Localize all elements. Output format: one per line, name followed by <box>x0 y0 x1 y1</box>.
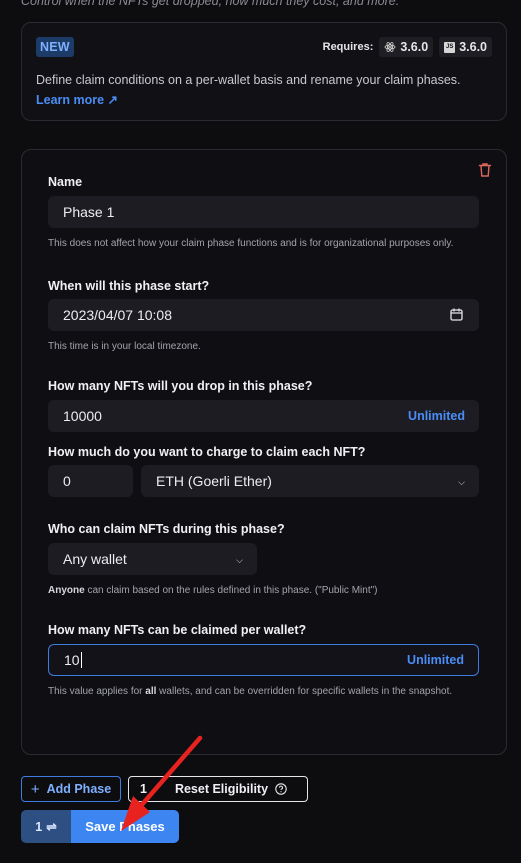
js-version: 3.6.0 <box>459 40 487 54</box>
save-phases-group: 1 ⇌ Save Phases <box>21 810 179 843</box>
calendar-icon[interactable] <box>450 308 463 321</box>
name-label: Name <box>48 175 83 189</box>
per-wallet-help: This value applies for all wallets, and … <box>48 684 479 700</box>
who-can-claim-value: Any wallet <box>63 551 127 567</box>
reset-count: 1 <box>140 782 147 796</box>
save-phases-button[interactable]: Save Phases <box>71 810 179 843</box>
add-phase-label: Add Phase <box>46 782 112 796</box>
per-wallet-input[interactable]: 10 Unlimited <box>48 644 479 676</box>
phase-name-input[interactable]: Phase 1 <box>48 196 479 228</box>
requires-label: Requires: <box>322 41 374 53</box>
js-version-chip: JS 3.6.0 <box>439 37 492 57</box>
per-wallet-help-end: wallets, and can be overridden for speci… <box>156 686 453 697</box>
price-input[interactable]: 0 <box>48 465 133 497</box>
new-feature-notice: NEW Requires: 3.6.0 JS 3.6.0 Define clai… <box>21 22 507 121</box>
price-value: 0 <box>63 473 71 489</box>
start-time-label: When will this phase start? <box>48 279 210 293</box>
learn-more-link[interactable]: Learn more ↗ <box>36 93 118 107</box>
plus-icon: + <box>30 780 40 798</box>
help-circle-icon[interactable] <box>275 783 287 795</box>
text-caret <box>80 652 82 668</box>
react-version-chip: 3.6.0 <box>379 37 434 57</box>
per-wallet-help-start: This value applies for <box>48 686 146 697</box>
per-wallet-value: 10 <box>64 652 80 668</box>
timezone-help-text: This time is in your local timezone. <box>48 341 201 352</box>
phase-name-value: Phase 1 <box>63 204 115 220</box>
drop-unlimited-button[interactable]: Unlimited <box>408 409 465 423</box>
start-time-value: 2023/04/07 10:08 <box>63 307 172 323</box>
chevron-down-icon: ⌵ <box>236 555 243 565</box>
javascript-icon: JS <box>444 41 456 53</box>
claim-phase-card: Name Phase 1 This does not affect how yo… <box>21 149 507 755</box>
reset-eligibility-label: Reset Eligibility <box>174 782 269 796</box>
drop-amount-label: How many NFTs will you drop in this phas… <box>48 379 313 393</box>
react-icon <box>384 42 396 52</box>
anyone-emphasis: Anyone <box>48 585 85 596</box>
add-phase-button[interactable]: + Add Phase <box>21 776 121 802</box>
start-time-input[interactable]: 2023/04/07 10:08 <box>48 299 479 331</box>
who-help-rest: can claim based on the rules defined in … <box>84 585 378 596</box>
who-can-claim-label: Who can claim NFTs during this phase? <box>48 522 285 536</box>
per-wallet-unlimited-button[interactable]: Unlimited <box>407 653 464 667</box>
new-badge: NEW <box>36 37 74 57</box>
name-help-text: This does not affect how your claim phas… <box>48 238 454 249</box>
price-label: How much do you want to charge to claim … <box>48 445 366 459</box>
drop-amount-value: 10000 <box>63 408 102 424</box>
per-wallet-label: How many NFTs can be claimed per wallet? <box>48 623 307 637</box>
currency-value: ETH (Goerli Ether) <box>156 473 272 489</box>
pending-count-value: 1 <box>35 819 43 834</box>
notice-description: Define claim conditions on a per-wallet … <box>36 73 461 87</box>
swap-arrows-icon: ⇌ <box>46 820 57 834</box>
who-can-claim-help: Anyone can claim based on the rules defi… <box>48 583 377 599</box>
who-can-claim-select[interactable]: Any wallet ⌵ <box>48 543 257 575</box>
currency-select[interactable]: ETH (Goerli Ether) ⌵ <box>141 465 479 497</box>
section-description: Control when the NFTs get dropped, how m… <box>21 0 400 8</box>
all-emphasis: all <box>145 686 157 697</box>
chevron-down-icon: ⌵ <box>458 477 465 487</box>
reset-eligibility-button[interactable]: 1 Reset Eligibility <box>128 776 308 802</box>
drop-amount-input[interactable]: 10000 Unlimited <box>48 400 479 432</box>
pending-changes-count: 1 ⇌ <box>21 810 71 843</box>
react-version: 3.6.0 <box>400 40 429 54</box>
notice-text: Define claim conditions on a per-wallet … <box>36 70 498 110</box>
trash-icon[interactable] <box>478 162 492 178</box>
requires-versions: Requires: 3.6.0 JS 3.6.0 <box>323 37 492 57</box>
